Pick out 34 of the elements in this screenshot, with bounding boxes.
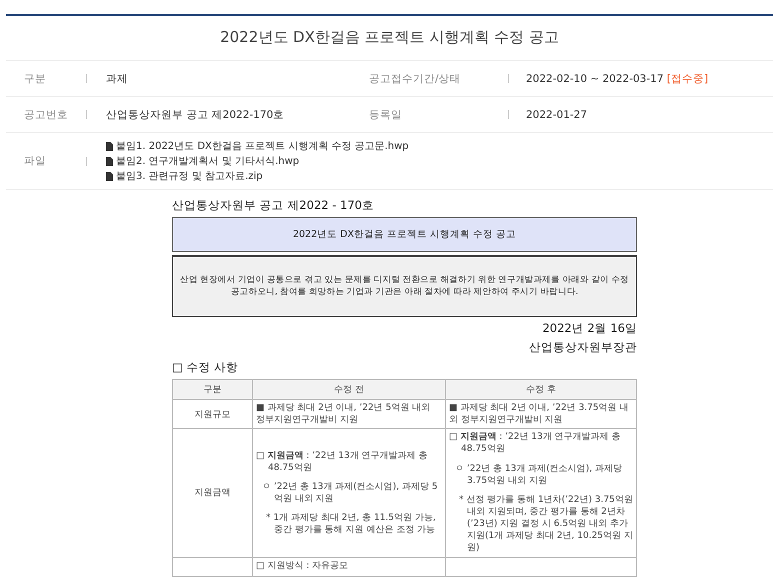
table-cell: 지원규모	[172, 400, 252, 429]
notice-heading: 2022년도 DX한걸음 프로젝트 시행계획 수정 공고	[172, 217, 637, 252]
notice-number: 산업통상자원부 공고 제2022 - 170호	[172, 198, 375, 213]
intro-text: 산업 현장에서 기업이 공통으로 겪고 있는 문제를 디지털 전환으로 해결하기 위한 연구개발과제를 아래와 같이 수정 공고하오니, 참여를 희망하는 기업과 기관은 아래 절차에 따라 제안하여 주시기 바랍니다.	[172, 255, 637, 318]
field-label: 등록일	[369, 108, 403, 122]
field-value: 과제	[106, 72, 129, 86]
section-heading: □ 수정 사항	[172, 360, 240, 376]
field-value: 산업통상자원부 공고 제2022-170호	[106, 108, 286, 122]
cell-paragraph: ■ 과제당 최대 2년 이내, ’22년 5억원 내외 정부지원연구개발비 지원	[256, 402, 432, 426]
field-label: 구분	[23, 72, 47, 86]
cell-paragraph: □ 지원방식 : 자유공모	[256, 560, 350, 572]
field-value: 2022-02-10 ~ 2022-03-17	[526, 72, 664, 84]
column-header: 수정 후	[446, 380, 636, 400]
cell-paragraph: □ 지원금액 : ’22년 13개 연구개발과제 총 48.75억원	[449, 431, 622, 456]
cell-paragraph: ㅇ ’22년 총 13개 과제(컨소시엄), 과제당 5억원 내외 지원	[261, 480, 439, 506]
file-link[interactable]: 붙임3. 관련규정 및 참고자료.zip	[116, 169, 263, 183]
table-cell: 지원금액	[172, 428, 252, 558]
cell-paragraph: * 선정 평가를 통해 1년차(’22년) 3.75억원 내외 지원되며, 중간 평가를 통해 2년차(’23년) 지원 결정 시 6.5억원 내외 추가지원(1개 과제당 최대 2년, 10.25억원 지원)	[458, 494, 633, 555]
column-header: 구분	[172, 380, 252, 400]
status-label: [접수중]	[666, 72, 708, 84]
column-header: 수정 전	[252, 380, 446, 400]
issuer-name: 산업통상자원부장관	[528, 340, 637, 356]
cell-paragraph: ■ 과제당 최대 2년 이내, ’22년 3.75억원 내외 정부지원연구개발비 지원	[449, 402, 630, 426]
cell-paragraph: ㅇ ’22년 총 13개 과제(컨소시엄), 과제당 3.75억원 내외 지원	[454, 462, 623, 487]
file-link[interactable]: 붙임2. 연구개발계획서 및 기타서식.hwp	[116, 154, 300, 168]
field-label: 공고접수기간/상태	[369, 72, 462, 86]
field-label: 공고번호	[23, 108, 69, 122]
field-value: 2022-01-27	[526, 108, 588, 120]
notice-date: 2022년 2월 16일	[541, 321, 637, 336]
cell-paragraph: * 1개 과제당 최대 2년, 총 11.5억원 가능, 중간 평가를 통해 지원 예산은 조정 가능	[265, 512, 437, 536]
file-link[interactable]: 붙임1. 2022년도 DX한걸음 프로젝트 시행계획 수정 공고문.hwp	[116, 139, 409, 153]
field-label: 파일	[23, 154, 47, 168]
cell-paragraph: □ 지원금액 : ’22년 13개 연구개발과제 총 48.75억원	[256, 450, 428, 474]
page-title: 2022년도 DX한걸음 프로젝트 시행계획 수정 공고	[6, 16, 773, 61]
